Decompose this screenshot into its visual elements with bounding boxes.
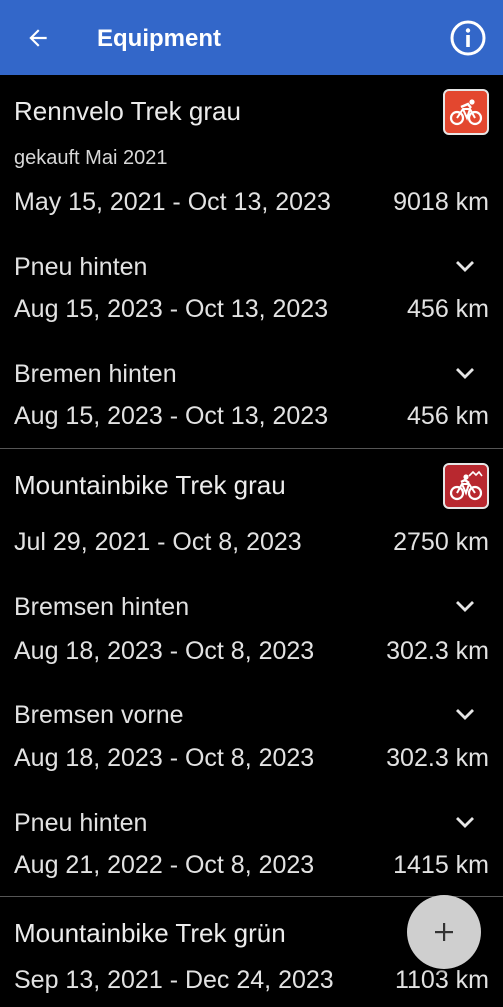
bike-date-range: Jul 29, 2021 - Oct 8, 2023	[14, 528, 302, 556]
chevron-down-icon[interactable]	[453, 361, 477, 385]
part-name: Bremsen hinten	[14, 593, 190, 621]
part-distance: 302.3 km	[386, 744, 489, 772]
bike-distance: 2750 km	[393, 528, 489, 556]
bike-name: Mountainbike Trek grün	[14, 918, 286, 948]
page-title: Equipment	[97, 25, 221, 52]
bike-note: gekauft Mai 2021	[14, 147, 168, 169]
part-date-range: Aug 21, 2022 - Oct 8, 2023	[14, 851, 315, 879]
bike-distance: 1103 km	[394, 966, 489, 994]
add-equipment-button[interactable]	[407, 895, 481, 969]
chevron-down-icon[interactable]	[453, 254, 477, 278]
back-button[interactable]	[22, 22, 54, 54]
part-distance: 302.3 km	[386, 637, 489, 665]
bike-card[interactable]: Mountainbike Trek grau Jul 29, 2021 - Oc…	[0, 449, 503, 897]
arrow-left-icon	[29, 29, 47, 47]
info-circle-icon	[450, 20, 486, 56]
part-name: Bremen hinten	[14, 360, 177, 388]
bike-name: Rennvelo Trek grau	[14, 96, 241, 126]
mountain-bike-icon	[443, 463, 489, 509]
chevron-down-icon[interactable]	[453, 594, 477, 618]
plus-icon	[435, 923, 453, 941]
chevron-down-icon[interactable]	[453, 702, 477, 726]
part-date-range: Aug 15, 2023 - Oct 13, 2023	[14, 402, 329, 430]
bike-card[interactable]: Rennvelo Trek grau gekauft Mai 2021 May …	[0, 75, 503, 449]
part-date-range: Aug 18, 2023 - Oct 8, 2023	[14, 744, 315, 772]
bike-date-range: Sep 13, 2021 - Dec 24, 2023	[14, 966, 334, 994]
part-distance: 456 km	[407, 295, 489, 323]
part-name: Pneu hinten	[14, 809, 148, 837]
bike-date-range: May 15, 2021 - Oct 13, 2023	[14, 188, 331, 216]
info-button[interactable]	[449, 19, 487, 57]
app-bar: Equipment	[0, 0, 503, 75]
part-distance: 1415 km	[393, 851, 489, 879]
bike-distance: 9018 km	[393, 188, 489, 216]
part-name: Bremsen vorne	[14, 701, 184, 729]
bike-name: Mountainbike Trek grau	[14, 470, 286, 500]
road-bike-icon	[443, 89, 489, 135]
part-date-range: Aug 15, 2023 - Oct 13, 2023	[14, 295, 329, 323]
equipment-list: Rennvelo Trek grau gekauft Mai 2021 May …	[0, 75, 503, 1007]
part-name: Pneu hinten	[14, 253, 148, 281]
chevron-down-icon[interactable]	[453, 810, 477, 834]
part-date-range: Aug 18, 2023 - Oct 8, 2023	[14, 637, 315, 665]
part-distance: 456 km	[407, 402, 489, 430]
